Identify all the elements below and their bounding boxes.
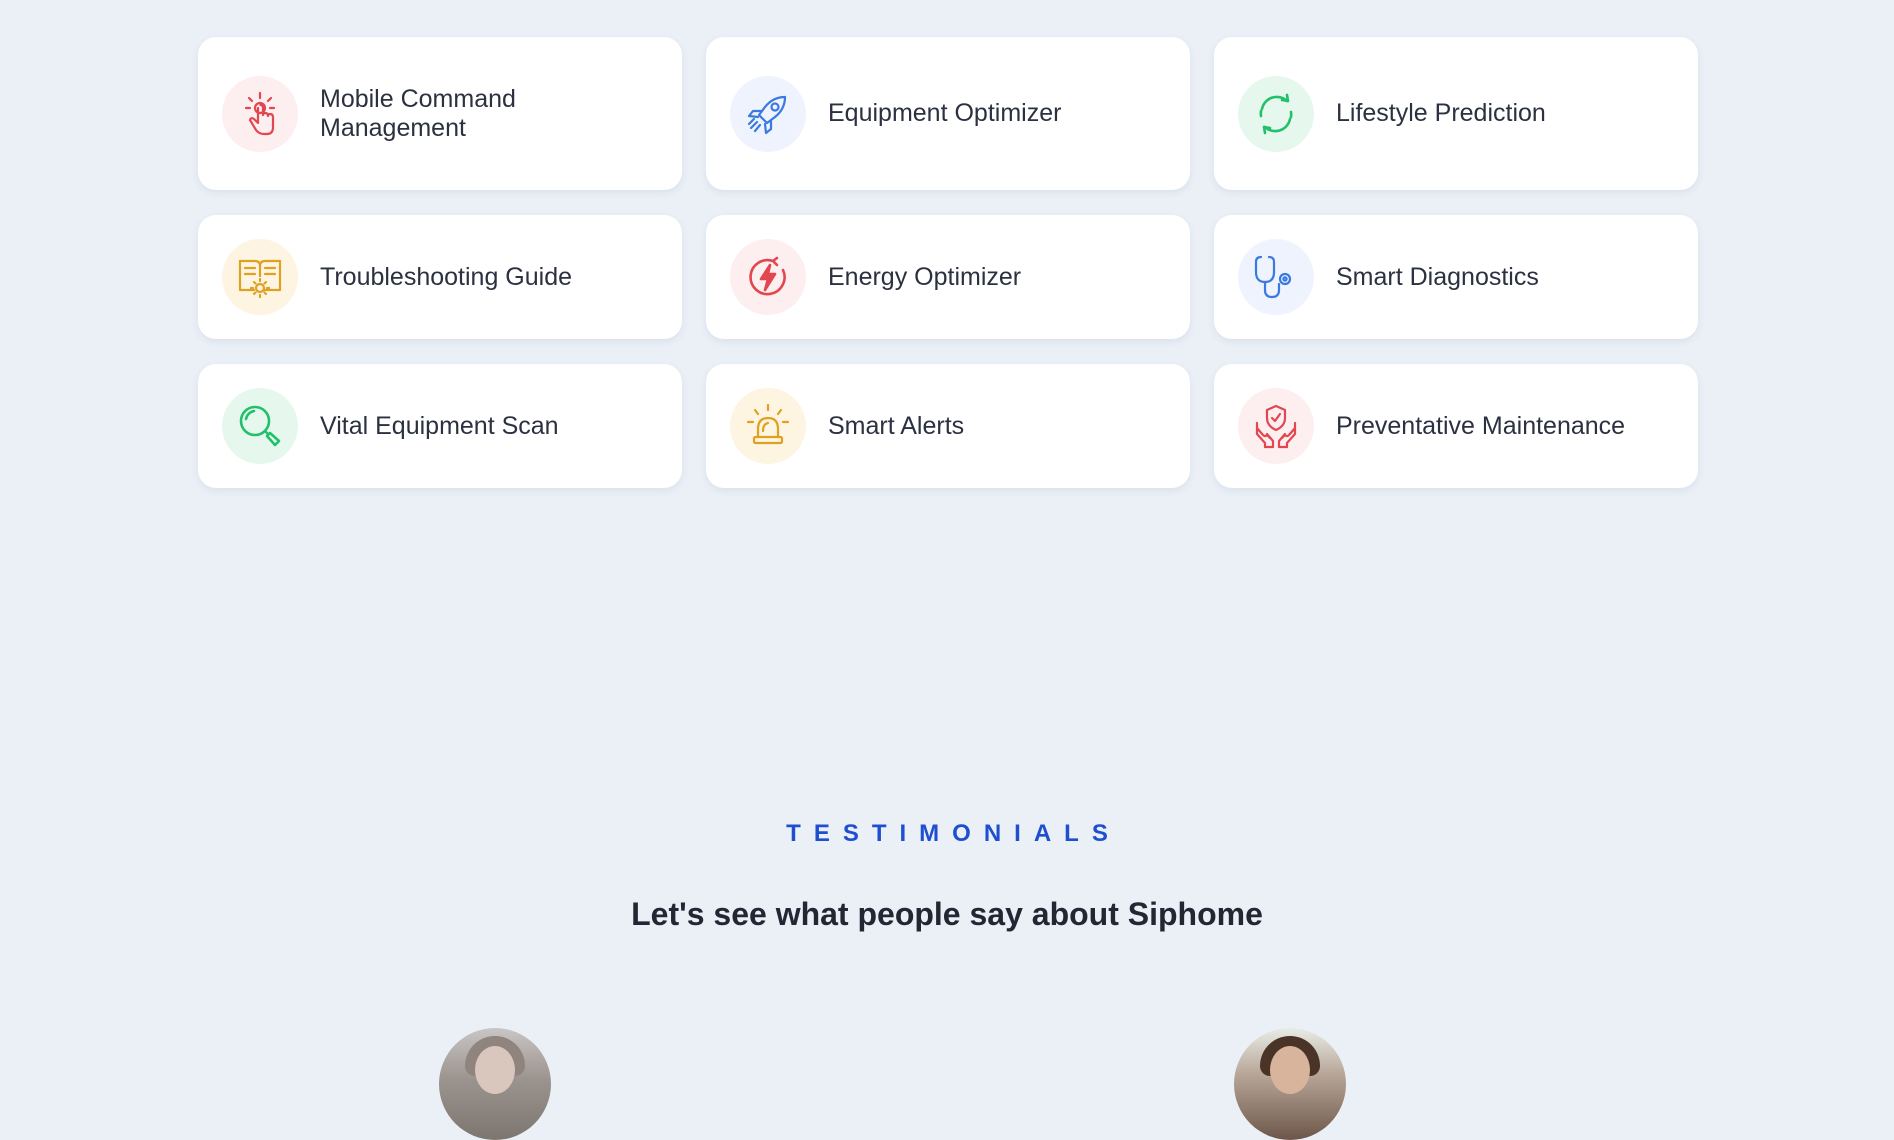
card-energy-optimizer[interactable]: Energy Optimizer — [706, 215, 1190, 339]
card-vital-equipment-scan[interactable]: Vital Equipment Scan — [198, 364, 682, 488]
card-smart-diagnostics[interactable]: Smart Diagnostics — [1214, 215, 1698, 339]
card-mobile-command-management[interactable]: Mobile Command Management — [198, 37, 682, 190]
book-gear-icon — [222, 239, 298, 315]
card-label: Smart Diagnostics — [1336, 262, 1539, 291]
alarm-siren-icon — [730, 388, 806, 464]
card-label: Smart Alerts — [828, 411, 965, 440]
card-label: Energy Optimizer — [828, 262, 1022, 291]
magnifier-icon — [222, 388, 298, 464]
card-lifestyle-prediction[interactable]: Lifestyle Prediction — [1214, 37, 1698, 190]
card-smart-alerts[interactable]: Smart Alerts — [706, 364, 1190, 488]
features-grid: Mobile Command Management Equipment Opti… — [198, 37, 1698, 488]
tap-hand-icon — [222, 75, 298, 152]
avatar — [439, 1028, 551, 1140]
card-label: Equipment Optimizer — [828, 99, 1062, 127]
card-equipment-optimizer[interactable]: Equipment Optimizer — [706, 37, 1190, 190]
card-label: Preventative Maintenance — [1336, 411, 1626, 440]
testimonials-heading: Let's see what people say about Siphome — [631, 896, 1263, 932]
stethoscope-icon — [1238, 239, 1314, 315]
card-troubleshooting-guide[interactable]: Troubleshooting Guide — [198, 215, 682, 339]
card-label: Troubleshooting Guide — [320, 262, 573, 291]
hands-shield-icon — [1238, 388, 1314, 464]
energy-bolt-icon — [730, 239, 806, 315]
card-label: Vital Equipment Scan — [320, 411, 559, 440]
testimonials-eyebrow: TESTIMONIALS — [786, 820, 1121, 847]
card-preventative-maintenance[interactable]: Preventative Maintenance — [1214, 364, 1698, 488]
rocket-icon — [730, 75, 806, 152]
refresh-cycle-icon — [1238, 75, 1314, 152]
card-label: Lifestyle Prediction — [1336, 99, 1546, 127]
card-label: Mobile Command Management — [320, 84, 516, 142]
avatar — [1234, 1028, 1346, 1140]
